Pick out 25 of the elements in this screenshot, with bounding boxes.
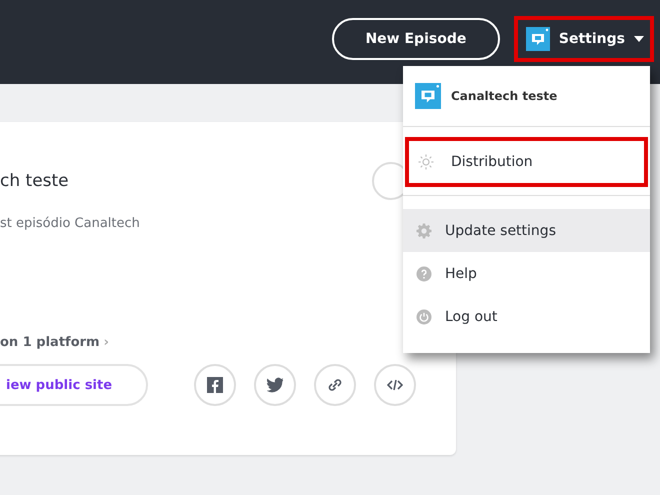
embed-share-button[interactable]	[374, 364, 416, 406]
settings-menu-button[interactable]: Settings	[514, 16, 654, 62]
facebook-share-button[interactable]	[194, 364, 236, 406]
gear-icon	[415, 222, 433, 240]
power-icon	[415, 308, 433, 326]
caret-icon	[634, 36, 644, 42]
code-icon	[387, 377, 403, 393]
menu-item[interactable]: Distribution	[405, 137, 648, 187]
menu-item[interactable]: Update settings	[403, 209, 650, 252]
menu-item[interactable]: Help	[403, 252, 650, 295]
podcast-name: Canaltech teste	[451, 89, 558, 103]
help-icon	[415, 264, 433, 282]
podcast-description: st episódio Canaltech	[0, 216, 140, 231]
podcast-logo-icon	[415, 83, 441, 109]
menu-item[interactable]: Log out	[403, 295, 650, 338]
link-share-button[interactable]	[314, 364, 356, 406]
twitter-share-button[interactable]	[254, 364, 296, 406]
podcast-title: ch teste	[0, 171, 69, 191]
new-episode-button[interactable]: New Episode	[332, 18, 500, 60]
sun-icon	[417, 153, 435, 171]
link-icon	[327, 377, 343, 393]
podcast-logo-icon	[526, 27, 550, 51]
facebook-icon	[207, 377, 223, 393]
twitter-icon	[267, 377, 283, 393]
view-public-site-button[interactable]: iew public site	[0, 364, 148, 406]
